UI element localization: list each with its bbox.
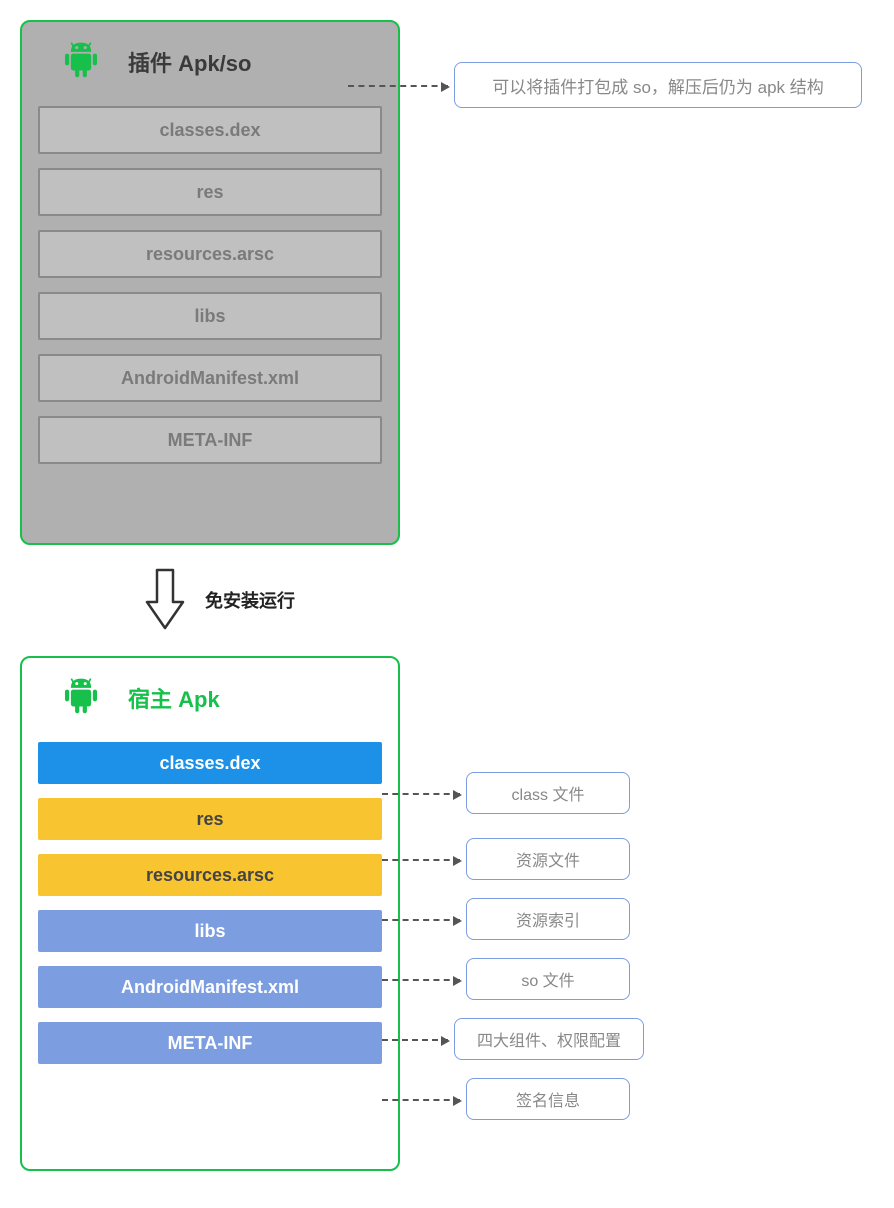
- plugin-apk-panel: 插件 Apk/so classes.dex res resources.arsc…: [20, 20, 400, 545]
- plugin-row-classes-dex: classes.dex: [38, 106, 382, 154]
- callout-manifest: 四大组件、权限配置: [454, 1018, 644, 1060]
- transition-label: 免安装运行: [205, 587, 295, 613]
- connector-libs: [382, 979, 460, 981]
- callout-dex: class 文件: [466, 772, 630, 814]
- callout-libs: so 文件: [466, 958, 630, 1000]
- callout-arsc: 资源索引: [466, 898, 630, 940]
- diagram-stage: 插件 Apk/so classes.dex res resources.arsc…: [20, 20, 874, 1188]
- host-rows: classes.dex res resources.arsc libs Andr…: [38, 742, 382, 1064]
- connector-manifest: [382, 1039, 448, 1041]
- plugin-row-manifest: AndroidManifest.xml: [38, 354, 382, 402]
- connector-arsc: [382, 919, 460, 921]
- transition-block: 免安装运行: [145, 568, 295, 632]
- host-row-manifest: AndroidManifest.xml: [38, 966, 382, 1008]
- plugin-row-res: res: [38, 168, 382, 216]
- android-icon: [54, 676, 108, 720]
- android-icon: [54, 40, 108, 84]
- plugin-rows: classes.dex res resources.arsc libs Andr…: [38, 106, 382, 464]
- host-row-classes-dex: classes.dex: [38, 742, 382, 784]
- plugin-panel-header: 插件 Apk/so: [54, 40, 382, 84]
- plugin-row-libs: libs: [38, 292, 382, 340]
- plugin-row-resources-arsc: resources.arsc: [38, 230, 382, 278]
- host-panel-header: 宿主 Apk: [54, 676, 382, 720]
- callout-meta: 签名信息: [466, 1078, 630, 1120]
- host-row-res: res: [38, 798, 382, 840]
- host-row-libs: libs: [38, 910, 382, 952]
- connector-dex: [382, 793, 460, 795]
- down-arrow-icon: [145, 568, 185, 632]
- callout-res: 资源文件: [466, 838, 630, 880]
- host-panel-title: 宿主 Apk: [128, 682, 220, 714]
- host-apk-panel: 宿主 Apk classes.dex res resources.arsc li…: [20, 656, 400, 1171]
- connector-meta: [382, 1099, 460, 1101]
- connector-plugin-note: [348, 85, 448, 87]
- callout-plugin-note: 可以将插件打包成 so，解压后仍为 apk 结构: [454, 62, 862, 108]
- host-row-meta-inf: META-INF: [38, 1022, 382, 1064]
- plugin-row-meta-inf: META-INF: [38, 416, 382, 464]
- plugin-panel-title: 插件 Apk/so: [128, 46, 251, 78]
- connector-res: [382, 859, 460, 861]
- host-row-resources-arsc: resources.arsc: [38, 854, 382, 896]
